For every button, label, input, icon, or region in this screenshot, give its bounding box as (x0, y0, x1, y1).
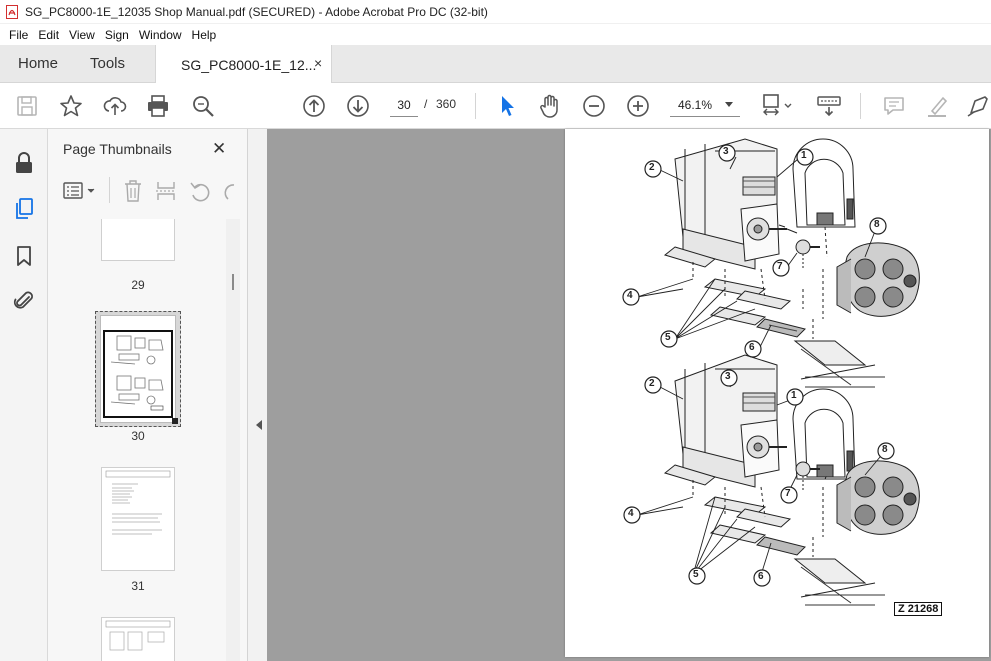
document-view[interactable]: 1 2 3 4 5 6 7 8 1 2 3 4 5 6 7 8 Z 21268 (267, 129, 991, 661)
thumbnail-scrollbar[interactable] (226, 219, 240, 661)
toolbar-divider (109, 177, 110, 203)
pdf-page: 1 2 3 4 5 6 7 8 1 2 3 4 5 6 7 8 Z 21268 (565, 129, 989, 657)
rotate-right-icon[interactable] (222, 179, 236, 206)
page-up-icon[interactable] (301, 93, 327, 119)
hand-icon[interactable] (537, 93, 563, 119)
thumbnail-list: 29 30 31 (48, 219, 238, 661)
menu-edit[interactable]: Edit (33, 28, 64, 42)
callout-2: 2 (649, 378, 655, 389)
callout-5: 5 (693, 569, 699, 580)
thumbnail-page-31[interactable] (101, 467, 175, 571)
tab-close-button[interactable]: × (314, 55, 322, 71)
window-title: SG_PC8000-1E_12035 Shop Manual.pdf (SECU… (25, 4, 488, 19)
save-icon[interactable] (14, 93, 40, 119)
pen-icon[interactable] (965, 93, 991, 119)
callout-6: 6 (749, 342, 755, 353)
zoom-out-icon[interactable] (581, 93, 607, 119)
scrollbar-thumb[interactable] (232, 274, 234, 290)
callout-5: 5 (665, 332, 671, 343)
left-rail (0, 129, 48, 661)
collapse-panel-icon[interactable] (256, 420, 262, 430)
menu-file[interactable]: File (4, 28, 33, 42)
fit-page-icon[interactable] (760, 93, 792, 119)
extract-page-icon[interactable] (155, 179, 177, 206)
thumbnail-label: 29 (131, 278, 145, 292)
page-thumbnails-panel: Page Thumbnails ✕ 29 30 31 (48, 129, 248, 661)
attachment-icon[interactable] (12, 289, 36, 313)
tab-document[interactable]: SG_PC8000-1E_12... × (155, 45, 332, 83)
star-icon[interactable] (58, 93, 84, 119)
thumbnail-page-32[interactable] (101, 617, 175, 661)
callout-8: 8 (882, 444, 888, 455)
tab-document-label: SG_PC8000-1E_12... (181, 57, 317, 73)
tab-tools[interactable]: Tools (90, 55, 125, 72)
chevron-down-icon[interactable] (725, 102, 733, 107)
callout-7: 7 (777, 261, 783, 272)
select-arrow-icon[interactable] (494, 93, 520, 119)
rotate-left-icon[interactable] (189, 179, 211, 206)
thumbnail-page-30[interactable] (95, 311, 181, 427)
thumbnail-label: 30 (131, 429, 145, 443)
figure-code: Z 21268 (894, 602, 943, 616)
thumbnail-options-icon[interactable] (62, 180, 98, 205)
tab-home[interactable]: Home (18, 55, 58, 72)
tab-bar: Home Tools SG_PC8000-1E_12... × (0, 45, 991, 83)
page-thumbnails-icon[interactable] (12, 197, 36, 221)
page-down-icon[interactable] (345, 93, 371, 119)
callout-3: 3 (723, 146, 729, 157)
menu-bar: File Edit View Sign Window Help (0, 24, 991, 45)
page-number-input[interactable]: 30 (390, 93, 418, 117)
toolbar-divider (860, 93, 861, 119)
search-icon[interactable] (190, 93, 216, 119)
title-bar: SG_PC8000-1E_12035 Shop Manual.pdf (SECU… (0, 0, 991, 24)
panel-splitter[interactable] (248, 129, 267, 661)
print-icon[interactable] (145, 93, 171, 119)
thumbnail-page-29[interactable] (101, 219, 175, 261)
page-total: 360 (436, 97, 457, 111)
callout-1: 1 (791, 390, 797, 401)
keyboard-icon[interactable] (816, 93, 842, 119)
panel-title: Page Thumbnails (63, 141, 172, 157)
delete-page-icon[interactable] (122, 179, 144, 206)
callout-1: 1 (801, 150, 807, 161)
callout-3: 3 (725, 371, 731, 382)
page-separator: / (424, 97, 428, 111)
thumbnail-toolbar (48, 171, 248, 209)
callout-4: 4 (628, 508, 634, 519)
bookmark-icon[interactable] (12, 244, 36, 268)
acrobat-icon (6, 4, 18, 19)
menu-view[interactable]: View (64, 28, 100, 42)
lock-icon[interactable] (12, 151, 36, 175)
callout-8: 8 (874, 219, 880, 230)
callout-4: 4 (627, 290, 633, 301)
panel-close-button[interactable]: ✕ (212, 139, 226, 159)
menu-help[interactable]: Help (187, 28, 222, 42)
upload-icon[interactable] (102, 93, 128, 119)
zoom-in-icon[interactable] (625, 93, 651, 119)
menu-window[interactable]: Window (134, 28, 187, 42)
callout-2: 2 (649, 162, 655, 173)
toolbar: 30 / 360 46.1% (0, 83, 991, 129)
menu-sign[interactable]: Sign (100, 28, 134, 42)
toolbar-divider (475, 93, 476, 119)
callout-6: 6 (758, 571, 764, 582)
thumbnail-label: 31 (131, 579, 145, 593)
exploded-view-drawing (622, 138, 920, 606)
callout-7: 7 (785, 488, 791, 499)
highlight-icon[interactable] (924, 93, 950, 119)
comment-icon[interactable] (881, 93, 907, 119)
